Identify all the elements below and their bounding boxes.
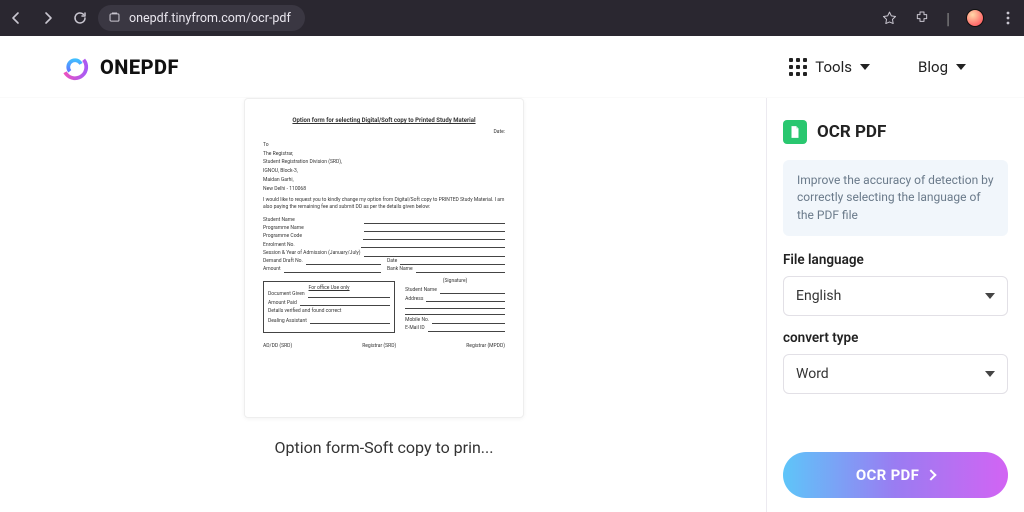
divider: | <box>946 9 950 28</box>
chevron-down-icon <box>985 371 995 377</box>
convert-type-select[interactable]: Word <box>783 354 1008 394</box>
doc-title: Option form for selecting Digital/Soft c… <box>263 117 505 125</box>
header-nav: Tools Blog <box>789 58 966 76</box>
ocr-pdf-button[interactable]: OCR PDF <box>783 452 1008 498</box>
nav-icon-group <box>8 10 88 26</box>
url-text: onepdf.tinyfrom.com/ocr-pdf <box>129 11 291 26</box>
url-bar[interactable]: onepdf.tinyfrom.com/ocr-pdf <box>98 5 305 31</box>
brand-logo[interactable]: ONEPDF <box>60 52 179 82</box>
chevron-down-icon <box>985 293 995 299</box>
blog-label: Blog <box>918 58 948 76</box>
profile-avatar[interactable] <box>966 9 984 27</box>
forward-icon[interactable] <box>40 10 56 26</box>
document-preview: Option form for selecting Digital/Soft c… <box>244 98 524 418</box>
chrome-right-icons: | <box>881 9 1016 28</box>
site-info-icon <box>108 9 121 28</box>
reload-icon[interactable] <box>72 10 88 26</box>
convert-type-value: Word <box>796 366 829 382</box>
file-language-select[interactable]: English <box>783 276 1008 316</box>
info-notice: Improve the accuracy of detection by cor… <box>783 160 1008 236</box>
tools-menu[interactable]: Tools <box>789 58 870 76</box>
star-icon[interactable] <box>881 10 898 27</box>
browser-chrome-bar: onepdf.tinyfrom.com/ocr-pdf | <box>0 0 1024 36</box>
settings-sidebar: OCR PDF Improve the accuracy of detectio… <box>766 98 1024 512</box>
extensions-icon[interactable] <box>914 10 930 26</box>
chevron-down-icon <box>860 64 870 70</box>
main-area: Option form for selecting Digital/Soft c… <box>0 98 1024 512</box>
cta-label: OCR PDF <box>856 466 919 484</box>
site-header: ONEPDF Tools Blog <box>0 36 1024 98</box>
logo-mark-icon <box>60 52 90 82</box>
brand-name: ONEPDF <box>100 55 179 79</box>
file-language-value: English <box>796 288 841 304</box>
blog-menu[interactable]: Blog <box>918 58 966 76</box>
file-card[interactable]: Option form for selecting Digital/Soft c… <box>244 98 524 457</box>
menu-icon[interactable] <box>1000 10 1016 26</box>
chevron-right-icon <box>925 469 936 480</box>
file-name: Option form-Soft copy to prin... <box>244 438 524 457</box>
convert-type-label: convert type <box>783 330 1008 346</box>
doc-date-label: Date: <box>263 129 505 136</box>
preview-pane: Option form for selecting Digital/Soft c… <box>0 98 766 512</box>
ocr-pdf-icon <box>783 120 807 144</box>
file-language-label: File language <box>783 252 1008 268</box>
sidebar-title: OCR PDF <box>817 122 886 142</box>
chevron-down-icon <box>956 64 966 70</box>
sidebar-title-row: OCR PDF <box>783 120 1008 144</box>
tools-label: Tools <box>815 58 852 76</box>
apps-grid-icon <box>789 58 807 76</box>
back-icon[interactable] <box>8 10 24 26</box>
